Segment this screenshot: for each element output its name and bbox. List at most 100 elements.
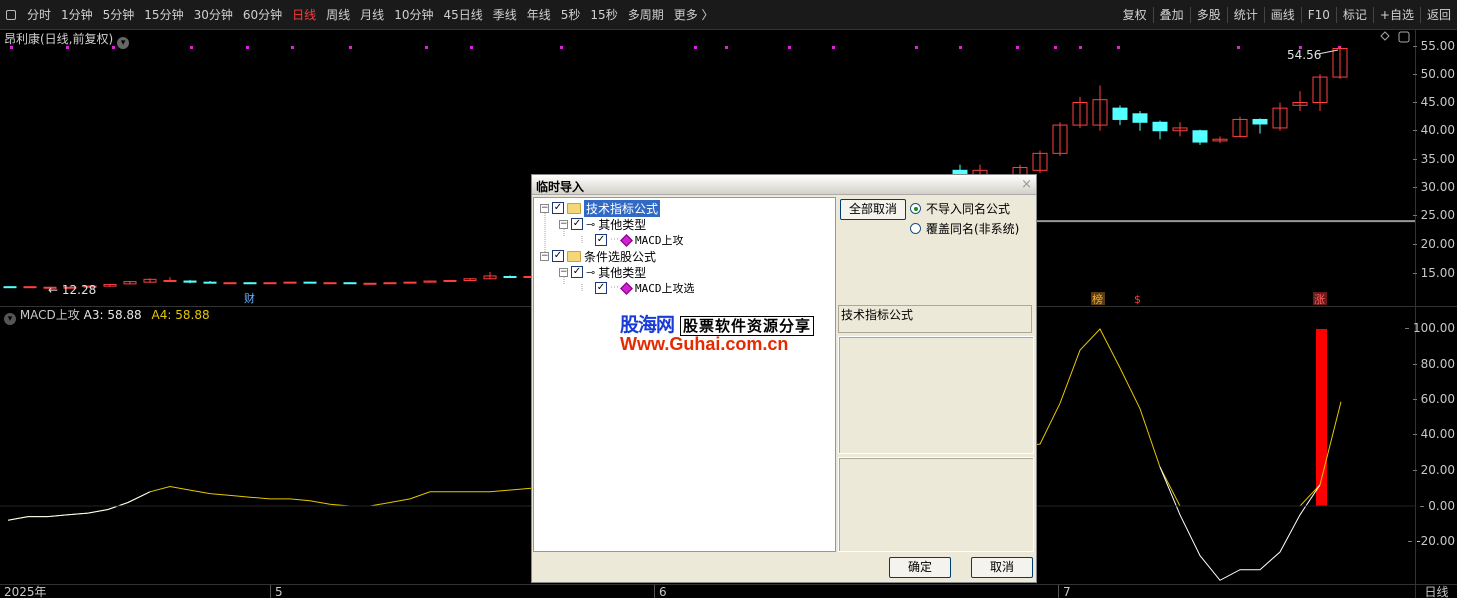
period-tab[interactable]: 5分钟 xyxy=(98,6,140,24)
dollar-event-marker[interactable]: $ xyxy=(1134,293,1141,306)
candle-body xyxy=(223,282,237,285)
rise-event-marker[interactable]: 涨 xyxy=(1314,293,1325,306)
checkbox[interactable]: ✓ xyxy=(571,266,583,278)
period-tab[interactable]: 更多 〉 xyxy=(669,6,719,24)
marker-dot xyxy=(1117,46,1120,49)
checkbox[interactable]: ✓ xyxy=(552,202,564,214)
marker-dot xyxy=(560,46,563,49)
price-tick: 20.00 xyxy=(1412,237,1455,251)
collapse-icon[interactable]: − xyxy=(540,251,549,261)
period-tab[interactable]: 15秒 xyxy=(585,6,622,24)
checkbox[interactable]: ✓ xyxy=(595,282,607,294)
uncheck-all-button[interactable]: 全部取消 xyxy=(840,199,906,220)
formula-tree: − ✓ 技术指标公式 − ✓ ⊸ 其他类型 ✓ ⋯ MACD上攻 − ✓ 条件选… xyxy=(533,197,836,552)
period-tab[interactable]: 多周期 xyxy=(623,6,669,24)
tree-leaf-macd[interactable]: ✓ ⋯ MACD上攻 xyxy=(595,232,684,248)
watermark-url: Www.Guhai.com.cn xyxy=(620,334,789,354)
candle-body xyxy=(163,279,177,282)
checkbox[interactable]: ✓ xyxy=(552,250,564,262)
period-tab[interactable]: 季线 xyxy=(488,6,522,24)
tree-node-other-type[interactable]: − ✓ ⊸ 其他类型 xyxy=(559,264,646,280)
period-tab[interactable]: 60分钟 xyxy=(238,6,287,24)
toolbar-button[interactable]: F10 xyxy=(1302,6,1336,24)
radio-skip-duplicates[interactable]: 不导入同名公式 xyxy=(910,200,1010,217)
indicator-tick: 80.00 xyxy=(1412,357,1455,371)
candle-body xyxy=(323,282,337,285)
marker-dot xyxy=(694,46,697,49)
candle-body xyxy=(1192,130,1208,143)
dialog-title: 临时导入 xyxy=(536,180,585,194)
period-tab[interactable]: 周线 xyxy=(321,6,355,24)
toolbar-button[interactable]: 标记 xyxy=(1337,6,1373,24)
indicator-menu-icon[interactable]: ▾ xyxy=(4,313,16,325)
toolbar-button[interactable]: 多股 xyxy=(1191,6,1227,24)
candle-body xyxy=(503,276,517,279)
period-tab[interactable]: 年线 xyxy=(522,6,556,24)
tree-node-indicator-formulas[interactable]: − ✓ 技术指标公式 xyxy=(540,199,661,217)
radio-icon[interactable] xyxy=(910,203,921,214)
price-tick: 35.00 xyxy=(1412,152,1455,166)
dialog-titlebar[interactable]: 临时导入 × xyxy=(532,175,1036,195)
period-tab[interactable]: 5秒 xyxy=(556,6,586,24)
indicator-title[interactable]: ▾ MACD上攻 A3: 58.88 A4: 58.88 xyxy=(4,307,210,325)
period-tab[interactable]: 30分钟 xyxy=(189,6,238,24)
indicator-tick: 40.00 xyxy=(1412,427,1455,441)
tree-node-screen-formulas[interactable]: − ✓ 条件选股公式 xyxy=(540,248,656,264)
candle-body xyxy=(383,282,397,285)
period-tab[interactable]: 15分钟 xyxy=(139,6,188,24)
a4-value: A4: 58.88 xyxy=(151,308,210,322)
toolbar-button[interactable]: 复权 xyxy=(1117,6,1153,24)
period-tab[interactable]: 分时 xyxy=(22,6,56,24)
panel-toggle-icon[interactable] xyxy=(1398,31,1410,43)
indicator-axis: 100.00 80.00 60.00 40.00 20.00 0.00 -20.00 xyxy=(1405,307,1457,584)
marker-dot xyxy=(66,46,69,49)
candle-body xyxy=(3,286,17,289)
marker-dot xyxy=(1079,46,1082,49)
diamond-icon[interactable] xyxy=(1380,31,1390,41)
period-tab[interactable]: 45日线 xyxy=(438,6,487,24)
period-tab[interactable]: 1分钟 xyxy=(56,6,98,24)
folder-icon xyxy=(567,202,581,214)
toolbar-button[interactable]: 返回 xyxy=(1421,6,1457,24)
price-tick: 25.00 xyxy=(1412,208,1455,222)
candle-body xyxy=(303,281,317,284)
finance-event-marker[interactable]: 财 xyxy=(244,291,255,305)
collapse-icon[interactable]: − xyxy=(540,203,549,213)
tree-node-other-type[interactable]: − ✓ ⊸ 其他类型 xyxy=(559,216,646,232)
layout-icon[interactable] xyxy=(6,10,16,20)
ok-button[interactable]: 确定 xyxy=(889,557,951,578)
price-tick: 15.00 xyxy=(1412,266,1455,280)
collapse-icon[interactable]: − xyxy=(559,219,568,229)
description-label: 技术指标公式 xyxy=(838,305,1032,333)
marker-dot xyxy=(112,46,115,49)
radio-overwrite[interactable]: 覆盖同名(非系统) xyxy=(910,220,1019,237)
low-price-label: ← 12.28 xyxy=(48,283,96,297)
date-label: 6 xyxy=(654,585,667,598)
tree-leaf-macd-screen[interactable]: ✓ ⋯ MACD上攻选 xyxy=(595,280,695,296)
checkbox[interactable]: ✓ xyxy=(595,234,607,246)
cancel-button[interactable]: 取消 xyxy=(971,557,1033,578)
price-tick: 40.00 xyxy=(1412,123,1455,137)
collapse-icon[interactable]: − xyxy=(559,267,568,277)
indicator-tick: -20.00 xyxy=(1408,534,1455,548)
marker-dot xyxy=(190,46,193,49)
toolbar-button[interactable]: +自选 xyxy=(1374,6,1420,24)
radio-icon[interactable] xyxy=(910,223,921,234)
detail-box[interactable] xyxy=(838,457,1034,552)
close-icon[interactable]: × xyxy=(1021,177,1032,192)
description-box[interactable] xyxy=(838,336,1034,454)
period-tab[interactable]: 10分钟 xyxy=(389,6,438,24)
period-tab[interactable]: 日线 xyxy=(287,6,321,24)
toolbar-button[interactable]: 统计 xyxy=(1228,6,1264,24)
tree-node-label: 技术指标公式 xyxy=(584,199,661,217)
toolbar-button[interactable]: 叠加 xyxy=(1154,6,1190,24)
date-axis: 2025年 5 6 7 日线 xyxy=(0,584,1457,598)
checkbox[interactable]: ✓ xyxy=(571,218,583,230)
toolbar-button[interactable]: 画线 xyxy=(1265,6,1301,24)
list-event-marker[interactable]: 榜 xyxy=(1092,292,1103,306)
indicator-name: MACD上攻 xyxy=(19,308,80,322)
tree-node-label: 其他类型 xyxy=(598,265,647,280)
period-label[interactable]: 日线 xyxy=(1415,585,1457,598)
period-tab[interactable]: 月线 xyxy=(355,6,389,24)
a3-series-line-late xyxy=(1159,466,1321,581)
